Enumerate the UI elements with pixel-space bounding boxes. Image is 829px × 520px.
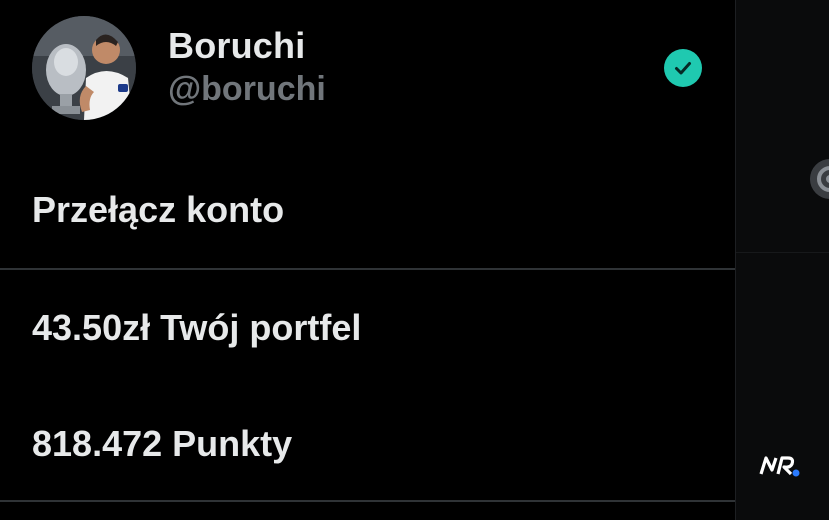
app-page: Boruchi @boruchi Przełącz konto 43.50zł … bbox=[0, 0, 829, 520]
avatar-photo-icon bbox=[32, 16, 136, 120]
points-item[interactable]: 818.472 Punkty bbox=[0, 404, 735, 494]
account-menu-panel: Boruchi @boruchi Przełącz konto 43.50zł … bbox=[0, 0, 735, 520]
display-name: Boruchi bbox=[168, 25, 306, 66]
wallet-label: 43.50zł Twój portfel bbox=[32, 307, 362, 348]
menu-divider bbox=[0, 500, 735, 502]
settings-gear-icon[interactable] bbox=[810, 159, 829, 199]
check-circle-icon bbox=[664, 49, 702, 87]
user-avatar[interactable] bbox=[32, 16, 136, 120]
background-side-panel bbox=[735, 0, 829, 520]
side-divider bbox=[736, 252, 829, 253]
user-handle: @boruchi bbox=[168, 70, 326, 108]
switch-account-item[interactable]: Przełącz konto bbox=[0, 176, 735, 268]
profile-header[interactable]: Boruchi @boruchi bbox=[0, 0, 735, 140]
wallet-item[interactable]: 43.50zł Twój portfel bbox=[0, 290, 735, 380]
nr-logo bbox=[754, 444, 806, 488]
switch-account-label: Przełącz konto bbox=[32, 189, 285, 230]
points-label: 818.472 Punkty bbox=[32, 423, 293, 464]
menu-divider bbox=[0, 268, 735, 270]
